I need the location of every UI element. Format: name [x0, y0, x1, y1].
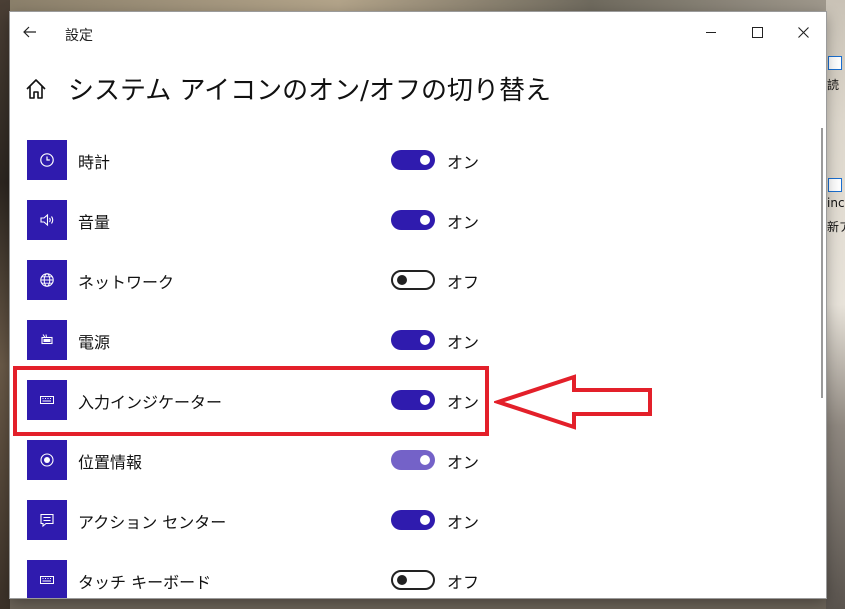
- setting-row-location: 位置情報 オン: [27, 432, 807, 492]
- annotation-highlight-box: [13, 366, 489, 436]
- toggle-knob: [420, 515, 430, 525]
- tile: [27, 140, 67, 180]
- annotation-arrow-icon: [494, 374, 652, 430]
- setting-label: アクション センター: [78, 513, 227, 532]
- toggle-switch[interactable]: [391, 150, 435, 170]
- tile: [27, 200, 67, 240]
- toggle-state: オン: [447, 333, 480, 352]
- message-icon: [40, 513, 54, 528]
- setting-row-power: 電源 オン: [27, 312, 807, 372]
- toggle-state: オフ: [447, 273, 480, 292]
- toggle-state: オン: [447, 513, 480, 532]
- setting-row-action-center: アクション センター オン: [27, 492, 807, 552]
- settings-window: 設定 システム アイコンのオン/オフの切り替え 時計 オン 音量 オン ネットワ…: [10, 12, 826, 598]
- toggle-switch[interactable]: [391, 570, 435, 590]
- close-button[interactable]: [780, 12, 826, 52]
- setting-label: 音量: [78, 213, 111, 232]
- title-bar: 設定: [10, 12, 826, 52]
- toggle-switch[interactable]: [391, 330, 435, 350]
- toggle-switch[interactable]: [391, 210, 435, 230]
- minimize-button[interactable]: [688, 12, 734, 52]
- close-icon: [797, 26, 809, 38]
- toggle-knob: [420, 335, 430, 345]
- toggle-state: オン: [447, 153, 480, 172]
- setting-row-network: ネットワーク オフ: [27, 252, 807, 312]
- toggle-state: オン: [447, 213, 480, 232]
- desktop-icon-label: 新ア: [827, 220, 845, 234]
- desktop-icon-label: inc: [827, 196, 845, 210]
- toggle-knob: [420, 455, 430, 465]
- tile: [27, 260, 67, 300]
- speaker-icon: [40, 213, 54, 227]
- maximize-button[interactable]: [734, 12, 780, 52]
- location-icon: [40, 453, 54, 467]
- tile: [27, 500, 67, 540]
- window-title: 設定: [65, 28, 93, 44]
- toggle-state: オン: [447, 453, 480, 472]
- toggle-knob: [397, 275, 407, 285]
- toggle-knob: [420, 155, 430, 165]
- toggle-knob: [420, 215, 430, 225]
- setting-row-clock: 時計 オン: [27, 132, 807, 192]
- page-header: システム アイコンのオン/オフの切り替え: [10, 64, 826, 114]
- globe-icon: [40, 273, 54, 287]
- tile: [27, 320, 67, 360]
- desktop-shortcut-icon[interactable]: [828, 178, 842, 192]
- setting-label: 位置情報: [78, 453, 143, 472]
- tile: [27, 440, 67, 480]
- maximize-icon: [751, 26, 763, 38]
- desktop-background-left: [0, 0, 10, 609]
- minimize-icon: [706, 31, 716, 33]
- setting-label: ネットワーク: [78, 273, 175, 292]
- toggle-knob: [397, 575, 407, 585]
- home-icon[interactable]: [24, 77, 48, 101]
- back-arrow-icon: [23, 26, 36, 38]
- desktop-shortcut-icon[interactable]: [828, 56, 842, 70]
- clock-icon: [40, 153, 54, 167]
- setting-label: 電源: [78, 333, 111, 352]
- toggle-state: オフ: [447, 573, 480, 592]
- setting-label: タッチ キーボード: [78, 573, 212, 592]
- setting-label: 時計: [78, 153, 111, 172]
- toggle-switch[interactable]: [391, 270, 435, 290]
- toggle-switch[interactable]: [391, 450, 435, 470]
- page-title: システム アイコンのオン/オフの切り替え: [68, 76, 551, 106]
- scrollbar[interactable]: [821, 128, 823, 398]
- desktop-icon-label: 読: [827, 78, 840, 92]
- tile: [27, 560, 67, 598]
- toggle-switch[interactable]: [391, 510, 435, 530]
- setting-row-volume: 音量 オン: [27, 192, 807, 252]
- battery-icon: [41, 334, 53, 345]
- keyboard-icon: [40, 576, 54, 584]
- back-button[interactable]: [16, 18, 44, 46]
- setting-row-touch-keyboard: タッチ キーボード オフ: [27, 552, 807, 598]
